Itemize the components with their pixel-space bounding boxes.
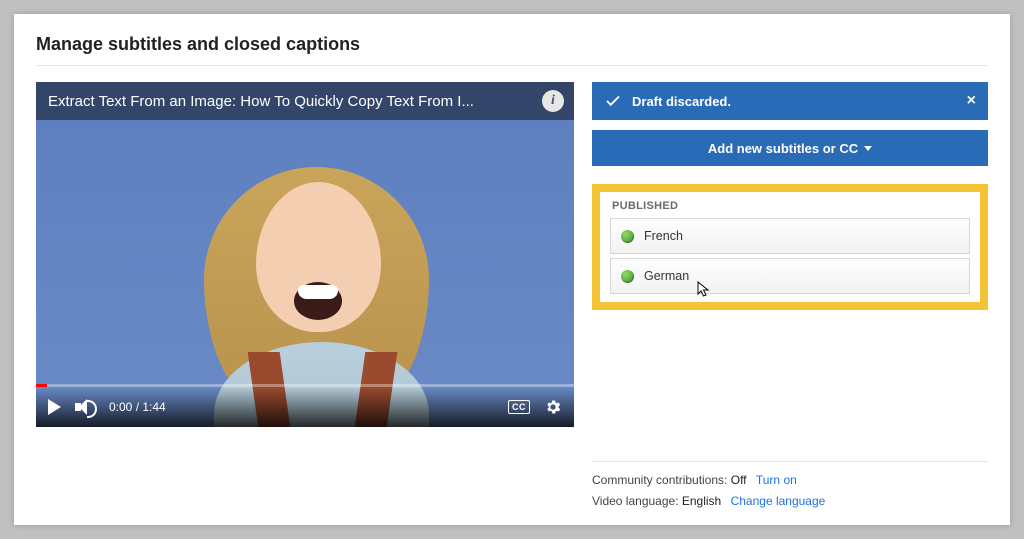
language-name: French	[644, 229, 683, 243]
divider	[592, 461, 988, 462]
play-icon[interactable]	[48, 399, 61, 415]
cc-icon[interactable]: CC	[508, 400, 530, 414]
page-title: Manage subtitles and closed captions	[36, 34, 988, 55]
language-row-german[interactable]: German	[610, 258, 970, 294]
add-subtitles-button[interactable]: Add new subtitles or CC	[592, 130, 988, 166]
lang-label: Video language:	[592, 494, 679, 508]
language-row-french[interactable]: French	[610, 218, 970, 254]
close-icon[interactable]: ×	[967, 93, 976, 109]
language-name: German	[644, 269, 689, 283]
volume-icon[interactable]	[75, 398, 95, 416]
divider	[36, 65, 988, 66]
footer: Community contributions: Off Turn on Vid…	[592, 461, 988, 511]
gear-icon[interactable]	[544, 398, 562, 416]
contrib-value: Off	[731, 473, 747, 487]
status-message: Draft discarded.	[632, 94, 731, 109]
cursor-icon	[697, 281, 711, 299]
contrib-label: Community contributions:	[592, 473, 727, 487]
check-icon	[604, 92, 622, 110]
turn-on-link[interactable]: Turn on	[756, 473, 797, 487]
status-banner: Draft discarded. ×	[592, 82, 988, 120]
video-thumbnail	[36, 82, 574, 427]
video-title: Extract Text From an Image: How To Quick…	[36, 82, 574, 120]
status-dot-icon	[621, 270, 634, 283]
status-dot-icon	[621, 230, 634, 243]
video-timecode: 0:00 / 1:44	[109, 400, 166, 414]
lang-value: English	[682, 494, 721, 508]
published-panel: PUBLISHED French German	[592, 184, 988, 310]
change-language-link[interactable]: Change language	[731, 494, 826, 508]
published-label: PUBLISHED	[612, 200, 970, 212]
info-icon[interactable]: i	[542, 90, 564, 112]
chevron-down-icon	[864, 146, 872, 151]
video-player[interactable]: Extract Text From an Image: How To Quick…	[36, 82, 574, 427]
